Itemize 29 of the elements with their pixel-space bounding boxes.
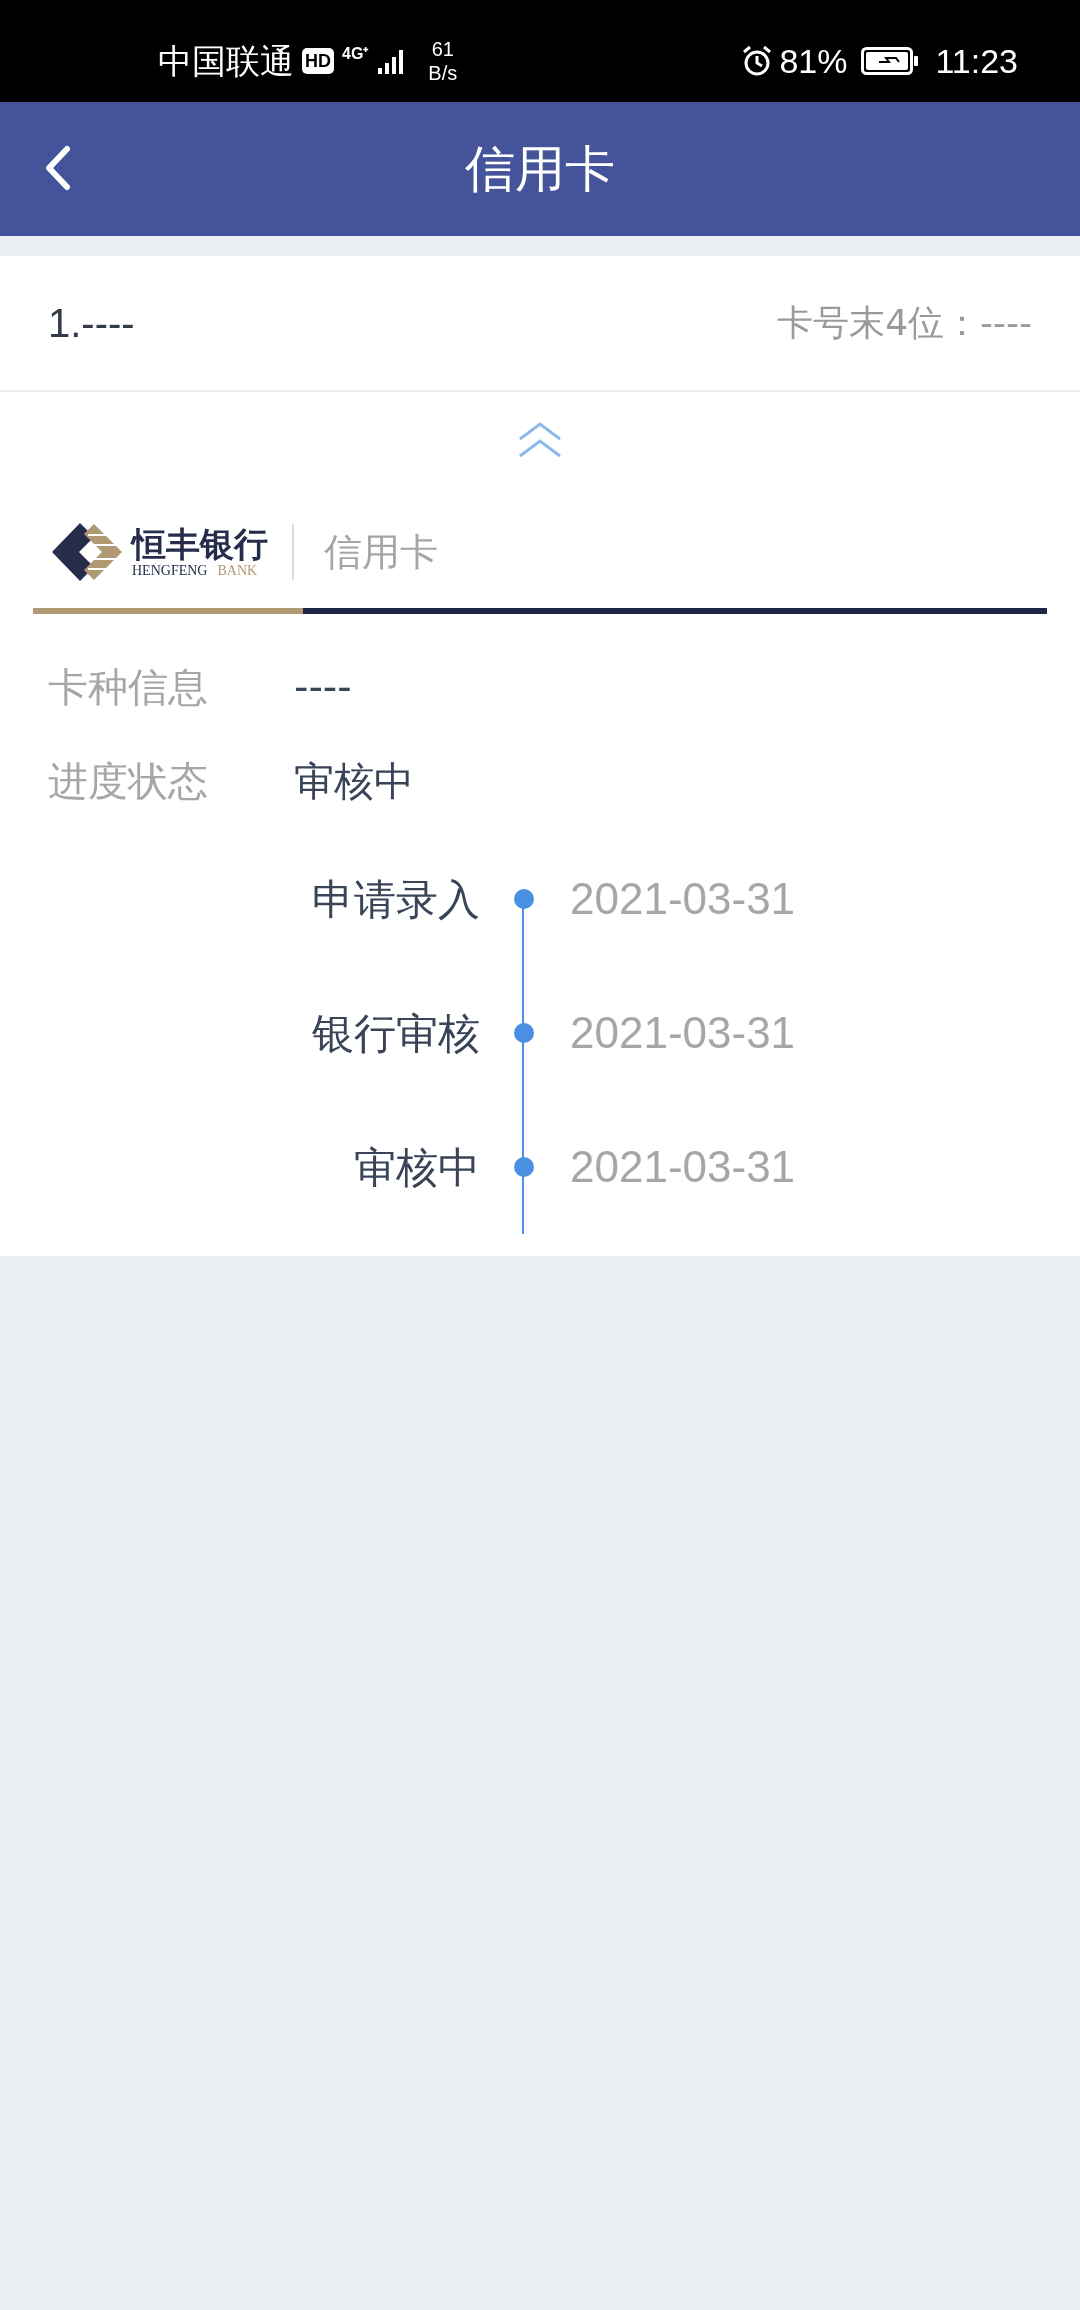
hd-badge: HD xyxy=(302,48,334,74)
timeline-step: 银行审核 xyxy=(0,1001,480,1065)
info-value: 审核中 xyxy=(294,757,414,806)
carrier-name: 中国联通 xyxy=(158,39,294,83)
bank-english-word: BANK xyxy=(217,563,258,579)
battery-icon xyxy=(861,47,920,75)
speed-value: 61 xyxy=(431,37,454,61)
page-title: 信用卡 xyxy=(465,138,615,200)
bank-logo-icon xyxy=(52,523,124,581)
bank-name: 恒丰银行 xyxy=(132,525,268,563)
chevron-up-icon xyxy=(518,421,562,459)
card-tail-digits: 卡号末4位：---- xyxy=(777,301,1032,345)
card-index: 1.---- xyxy=(48,300,135,347)
bank-english-name: HENGFENG xyxy=(132,563,208,579)
timeline-date: 2021-03-31 xyxy=(570,873,796,925)
back-icon xyxy=(43,145,71,191)
info-value: ---- xyxy=(294,663,352,712)
product-name: 信用卡 xyxy=(324,528,438,576)
timeline-date: 2021-03-31 xyxy=(570,1141,796,1193)
battery-percent: 81% xyxy=(779,40,848,82)
timeline-step: 申请录入 xyxy=(0,867,480,931)
info-label: 进度状态 xyxy=(48,757,209,806)
info-label: 卡种信息 xyxy=(48,663,209,712)
clock-time: 11:23 xyxy=(935,40,1018,82)
timeline-date: 2021-03-31 xyxy=(570,1007,796,1059)
alarm-icon xyxy=(741,45,774,77)
network-type: 4G⁺ xyxy=(342,43,369,64)
speed-unit: B/s xyxy=(428,61,458,85)
timeline-step: 审核中 xyxy=(0,1135,480,1199)
